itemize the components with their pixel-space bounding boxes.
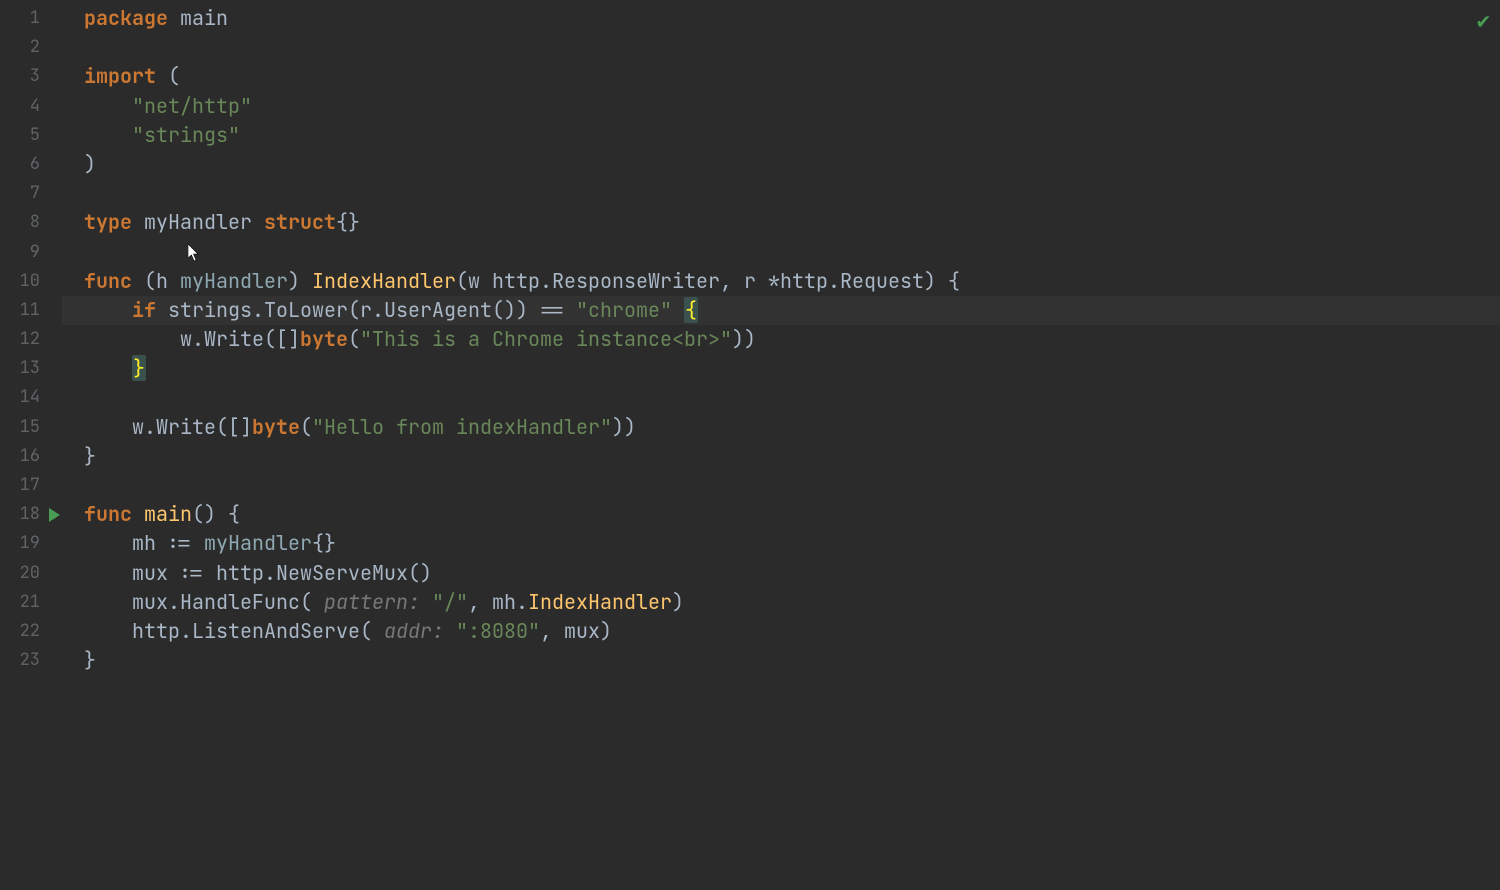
string: "/" (432, 589, 468, 615)
string: "chrome" (576, 297, 672, 323)
code-area[interactable]: package main import ( "net/http" "string… (62, 0, 1500, 890)
code-line[interactable] (62, 179, 1500, 208)
line-number: 9 (0, 238, 62, 267)
code-line[interactable]: ) (62, 150, 1500, 179)
code-line[interactable]: func (h myHandler) IndexHandler(w http.R… (62, 267, 1500, 296)
line-number: 13 (0, 354, 62, 383)
line-number: 23 (0, 646, 62, 675)
string: ":8080" (456, 618, 540, 644)
code-line[interactable]: mux := http.NewServeMux() (62, 559, 1500, 588)
line-number: 4 (0, 92, 62, 121)
type-name: myHandler (144, 209, 252, 235)
keyword: byte (252, 414, 300, 440)
line-number: 22 (0, 617, 62, 646)
matched-brace: } (132, 355, 146, 381)
line-number: 6 (0, 150, 62, 179)
string: "Hello from indexHandler" (312, 414, 612, 440)
string: "This is a Chrome instance<br>" (360, 326, 732, 352)
line-number: 8 (0, 208, 62, 237)
code-line[interactable]: w.Write([]byte("Hello from indexHandler"… (62, 413, 1500, 442)
line-number: 11 (0, 296, 62, 325)
keyword: struct (264, 209, 336, 235)
line-number-run[interactable]: 18 (0, 500, 62, 529)
code-line[interactable] (62, 33, 1500, 62)
parameter-hint: pattern: (324, 589, 420, 615)
analysis-ok-icon[interactable]: ✔ (1477, 6, 1490, 35)
line-number: 15 (0, 413, 62, 442)
code-line[interactable]: http.ListenAndServe( addr: ":8080", mux) (62, 617, 1500, 646)
line-number: 20 (0, 559, 62, 588)
code-line[interactable]: } (62, 442, 1500, 471)
code-line[interactable]: type myHandler struct{} (62, 208, 1500, 237)
line-number: 5 (0, 121, 62, 150)
code-line[interactable]: mux.HandleFunc( pattern: "/", mh.IndexHa… (62, 588, 1500, 617)
code-line[interactable]: mh := myHandler{} (62, 529, 1500, 558)
keyword: package (84, 5, 168, 31)
type-ref: myHandler (204, 530, 312, 556)
string: "net/http" (132, 93, 252, 119)
line-number: 21 (0, 588, 62, 617)
code-line[interactable]: func main() { (62, 500, 1500, 529)
run-icon[interactable] (49, 508, 60, 522)
code-line[interactable]: "net/http" (62, 92, 1500, 121)
string: "strings" (132, 122, 240, 148)
line-number: 3 (0, 62, 62, 91)
keyword: type (84, 209, 132, 235)
line-number: 14 (0, 383, 62, 412)
code-line[interactable]: w.Write([]byte("This is a Chrome instanc… (62, 325, 1500, 354)
line-number: 7 (0, 179, 62, 208)
code-line[interactable]: "strings" (62, 121, 1500, 150)
parameter-hint: addr: (384, 618, 444, 644)
keyword: if (132, 297, 156, 323)
code-line[interactable]: } (62, 646, 1500, 675)
code-line-active[interactable]: if strings.ToLower(r.UserAgent()) == "ch… (62, 296, 1500, 325)
keyword: func (84, 268, 132, 294)
line-number: 2 (0, 33, 62, 62)
func-name: main (144, 501, 192, 527)
code-line[interactable] (62, 238, 1500, 267)
code-line[interactable]: import ( (62, 62, 1500, 91)
keyword: func (84, 501, 132, 527)
func-name: IndexHandler (312, 268, 456, 294)
line-number: 16 (0, 442, 62, 471)
code-line[interactable] (62, 383, 1500, 412)
func-ref: IndexHandler (528, 589, 672, 615)
matched-brace: { (684, 297, 698, 323)
code-line[interactable]: package main (62, 4, 1500, 33)
keyword: import (84, 63, 156, 89)
gutter: 1 2 3 4 5 6 7 8 9 10 11 12 13 14 15 16 1… (0, 0, 62, 890)
line-number: 19 (0, 529, 62, 558)
code-line[interactable]: } (62, 354, 1500, 383)
code-editor[interactable]: 1 2 3 4 5 6 7 8 9 10 11 12 13 14 15 16 1… (0, 0, 1500, 890)
line-number: 12 (0, 325, 62, 354)
line-number: 17 (0, 471, 62, 500)
code-line[interactable] (62, 471, 1500, 500)
type-ref: myHandler (180, 268, 288, 294)
line-number: 10 (0, 267, 62, 296)
identifier: main (180, 5, 228, 31)
keyword: byte (300, 326, 348, 352)
line-number: 1 (0, 4, 62, 33)
